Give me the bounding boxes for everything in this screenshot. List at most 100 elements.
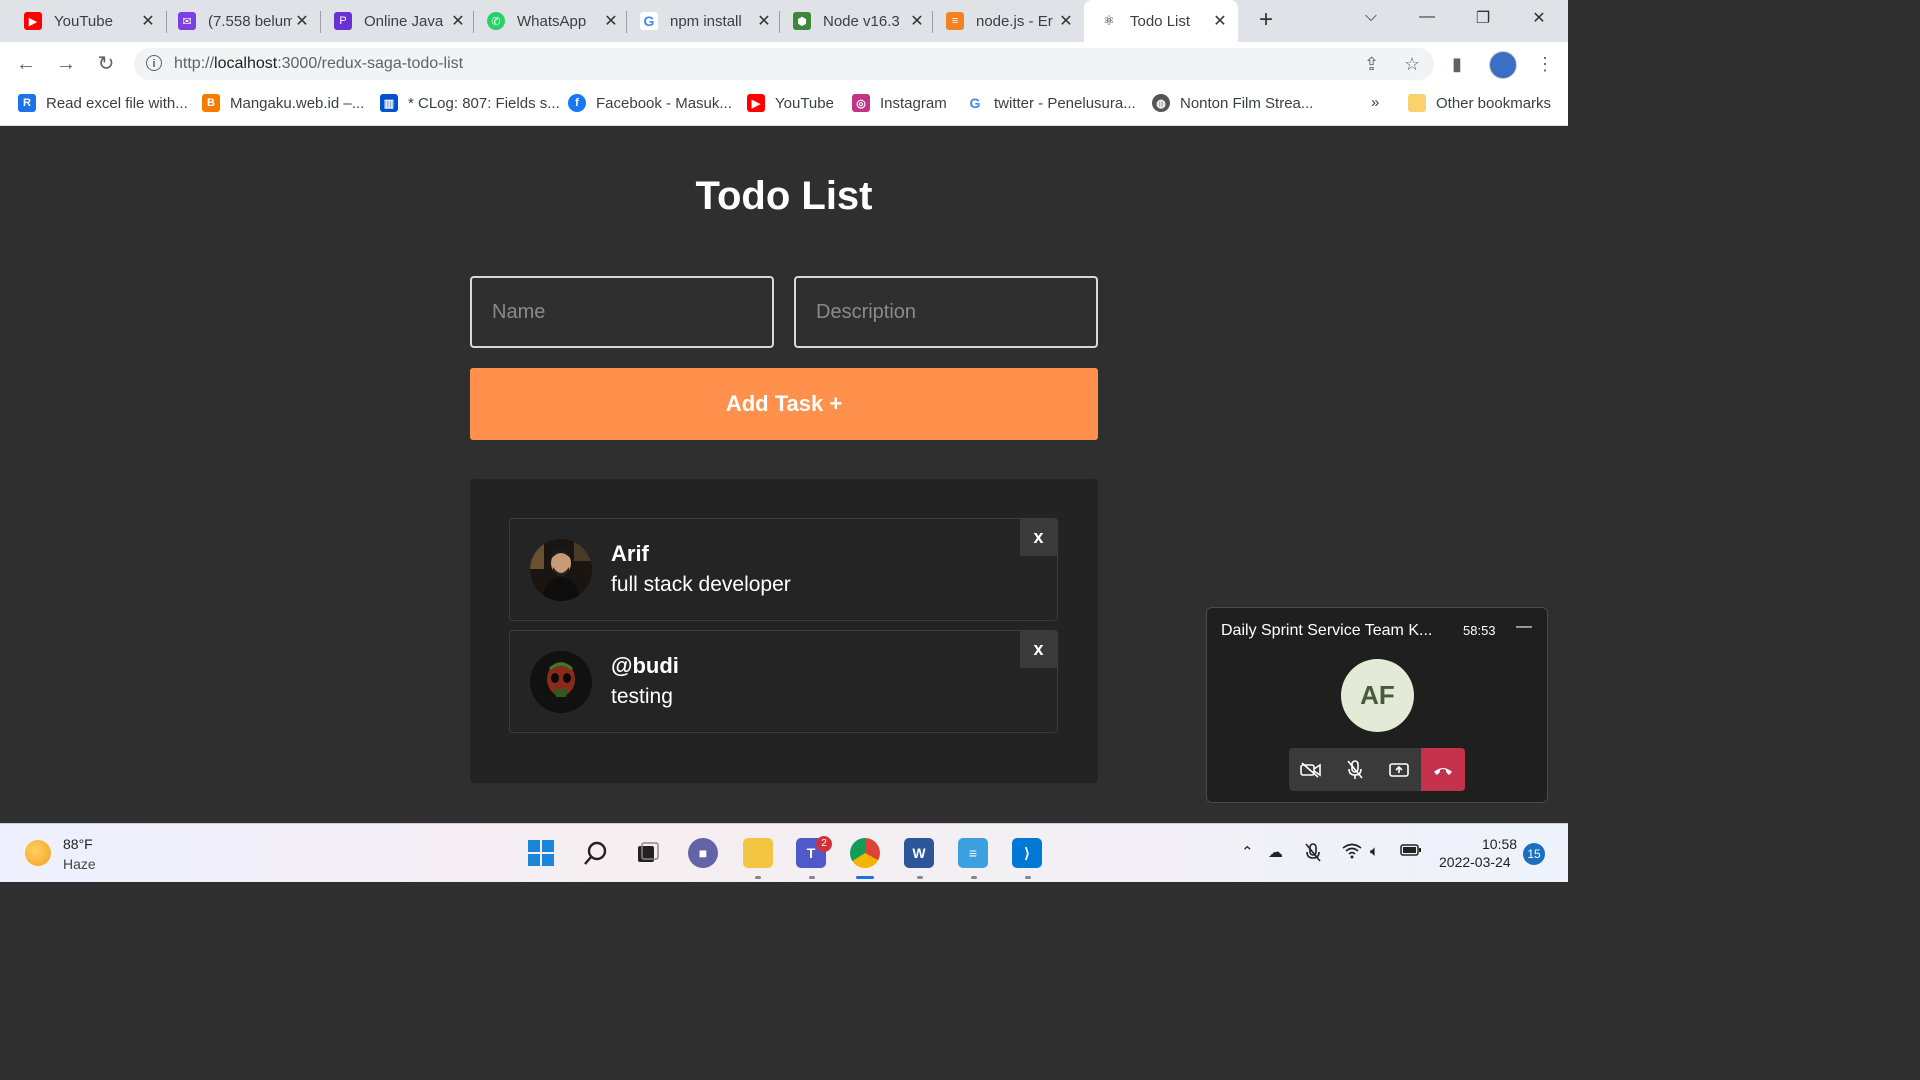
chat-icon[interactable]: ■ (688, 838, 718, 868)
bookmark-item[interactable]: ▶ YouTube (747, 94, 834, 112)
mail-icon: ✉ (178, 12, 196, 30)
task-description: full stack developer (611, 573, 791, 596)
show-hidden-icons-icon[interactable]: ⌃ (1241, 843, 1254, 861)
bookmark-item[interactable]: f Facebook - Masuk... (568, 94, 732, 112)
bookmark-item[interactable]: Gtwitter - Penelusura... (966, 94, 1136, 112)
clock-time[interactable]: 10:58 (1482, 836, 1517, 852)
bookmark-label: Read excel file with... (46, 94, 188, 112)
close-icon[interactable]: ✕ (1210, 11, 1230, 31)
whatsapp-icon: ✆ (487, 12, 505, 30)
close-icon[interactable]: ✕ (1056, 11, 1076, 31)
tab-npm-install[interactable]: G npm install ✕ (616, 0, 782, 42)
nodejs-icon: ⬢ (793, 12, 811, 30)
name-input[interactable] (470, 276, 774, 348)
restore-button[interactable]: ❐ (1468, 8, 1498, 28)
camera-off-icon[interactable] (1289, 748, 1333, 791)
battery-icon[interactable] (1400, 843, 1422, 861)
tab-mail[interactable]: ✉ (7.558 belum ✕ (154, 0, 320, 42)
task-name: Arif (611, 541, 649, 566)
bookmark-label: twitter - Penelusura... (994, 94, 1136, 112)
bookmark-label: Mangaku.web.id –... (230, 94, 365, 112)
tab-whatsapp[interactable]: ✆ WhatsApp ✕ (463, 0, 629, 42)
description-input[interactable] (794, 276, 1098, 348)
youtube-icon: ▶ (24, 12, 42, 30)
vscode-icon[interactable]: ⟩ (1012, 838, 1042, 868)
instagram-icon: ◎ (852, 94, 870, 112)
running-indicator (755, 876, 761, 879)
minimize-call-button[interactable]: — (1516, 618, 1532, 636)
share-screen-icon[interactable] (1377, 748, 1421, 791)
onedrive-icon[interactable]: ☁ (1268, 843, 1283, 861)
info-icon[interactable]: i (146, 55, 162, 71)
notification-count-badge[interactable]: 15 (1523, 843, 1545, 865)
wifi-icon[interactable] (1342, 843, 1362, 863)
url-text[interactable]: http://localhost:3000/redux-saga-todo-li… (174, 55, 463, 73)
tab-todo-list[interactable]: ⚛ Todo List ✕ (1084, 0, 1238, 42)
weather-temperature[interactable]: 88°F (63, 836, 93, 852)
bookmarks-overflow-button[interactable]: » (1371, 94, 1379, 111)
new-tab-button[interactable]: + (1254, 8, 1278, 32)
taskbar: 88°F Haze ■ T 2 W ≡ ⟩ ⌃ ☁ 🔈︎ 10:58 2022-… (0, 823, 1568, 882)
meeting-title: Daily Sprint Service Team K... (1221, 622, 1433, 639)
add-task-button[interactable]: Add Task + (470, 368, 1098, 440)
minimize-button[interactable]: — (1412, 8, 1442, 26)
end-call-icon[interactable] (1421, 748, 1465, 791)
start-icon[interactable] (526, 838, 556, 868)
google-icon: G (640, 12, 658, 30)
tab-youtube[interactable]: ▶ YouTube ✕ (0, 0, 166, 42)
delete-task-button[interactable]: x (1020, 519, 1057, 556)
task-view-icon[interactable] (633, 838, 663, 868)
bookmarks-bar: R Read excel file with... B Mangaku.web.id… (0, 86, 1568, 126)
tab-nodejs-error[interactable]: ≡ node.js - Er ✕ (922, 0, 1084, 42)
weather-sun-icon[interactable] (25, 840, 51, 866)
bookmark-item[interactable]: R Read excel file with... (18, 94, 188, 112)
list-item: @budi testing x (509, 630, 1058, 733)
close-icon[interactable]: ✕ (292, 11, 312, 31)
bookmark-item[interactable]: ◎ Instagram (852, 94, 947, 112)
chrome-icon[interactable] (850, 838, 880, 868)
bookmark-label: * CLog: 807: Fields s... (408, 94, 560, 112)
menu-icon[interactable]: ⋮ (1536, 54, 1554, 75)
delete-task-button[interactable]: x (1020, 631, 1057, 668)
tab-online-java[interactable]: P Online Java ✕ (310, 0, 476, 42)
running-indicator (1025, 876, 1031, 879)
tab-node[interactable]: ⬢ Node v16.3 ✕ (769, 0, 935, 42)
list-item: Arif full stack developer x (509, 518, 1058, 621)
globe-icon: ◍ (1152, 94, 1170, 112)
call-duration: 58:53 (1463, 623, 1496, 638)
trello-icon: ▥ (380, 94, 398, 112)
volume-icon[interactable]: 🔈︎ (1370, 843, 1379, 860)
mic-muted-icon[interactable] (1304, 843, 1322, 867)
notepad-icon[interactable]: ≡ (958, 838, 988, 868)
avatar (530, 539, 592, 601)
tab-search-icon[interactable]: ⌵ (1356, 8, 1386, 26)
teams-badge: 2 (816, 836, 832, 852)
word-icon[interactable]: W (904, 838, 934, 868)
other-bookmarks-folder[interactable]: Other bookmarks (1408, 94, 1551, 112)
side-panel-icon[interactable]: ▮ (1452, 54, 1462, 75)
youtube-icon: ▶ (747, 94, 765, 112)
folder-icon (1408, 94, 1426, 112)
tab-title: (7.558 belum (208, 12, 292, 30)
clock-date[interactable]: 2022-03-24 (1439, 854, 1511, 870)
weather-condition[interactable]: Haze (63, 856, 96, 872)
running-indicator (917, 876, 923, 879)
tab-title: YouTube (54, 12, 113, 30)
reload-icon[interactable]: ↻ (94, 52, 118, 76)
bookmark-item[interactable]: ▥ * CLog: 807: Fields s... (380, 94, 560, 112)
address-bar[interactable]: i http://localhost:3000/redux-saga-todo-… (134, 48, 1434, 80)
bookmark-label: Instagram (880, 94, 947, 112)
share-icon[interactable]: ⇪ (1364, 54, 1379, 75)
bookmark-item[interactable]: B Mangaku.web.id –... (202, 94, 364, 112)
task-list: Arif full stack developer x @budi testin… (470, 479, 1098, 783)
forward-icon[interactable]: → (54, 52, 78, 76)
search-icon[interactable] (581, 838, 611, 868)
file-explorer-icon[interactable] (743, 838, 773, 868)
meeting-call-window[interactable]: Daily Sprint Service Team K... 58:53 — A… (1206, 607, 1548, 803)
mic-off-icon[interactable] (1333, 748, 1377, 791)
star-icon[interactable]: ☆ (1404, 54, 1420, 75)
back-icon[interactable]: ← (14, 52, 38, 76)
bookmark-item[interactable]: ◍ Nonton Film Strea... (1152, 94, 1313, 112)
close-window-button[interactable]: ✕ (1524, 8, 1554, 28)
avatar[interactable] (1489, 51, 1517, 79)
